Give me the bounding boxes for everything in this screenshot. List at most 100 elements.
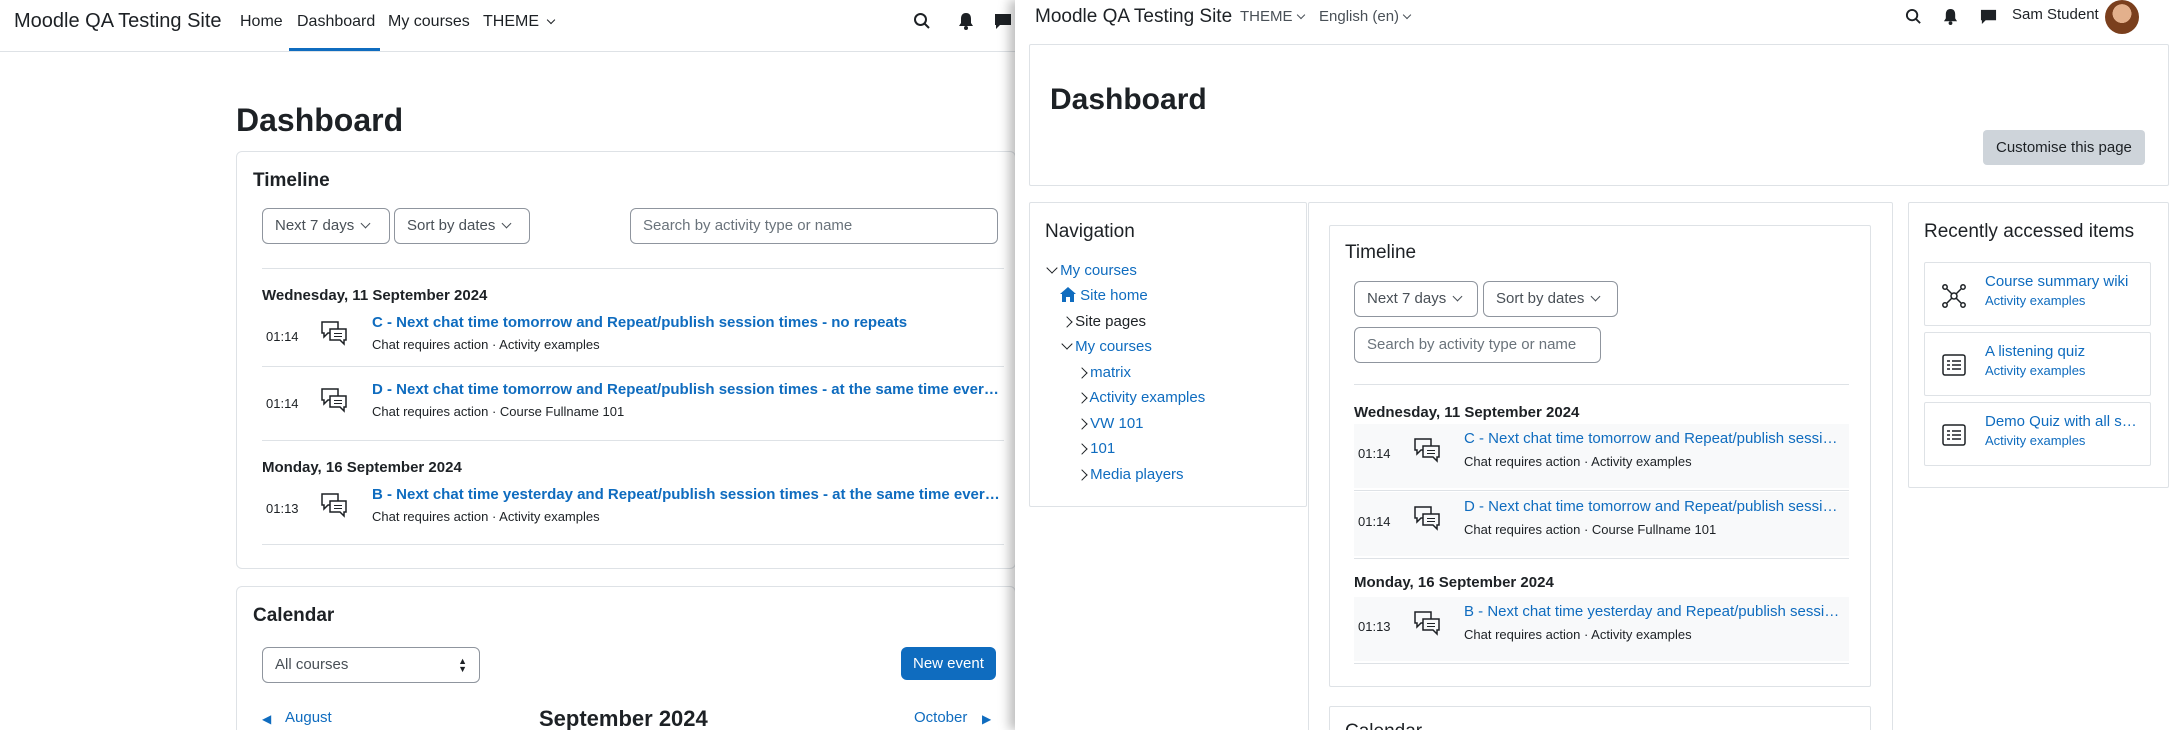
bell-icon[interactable] xyxy=(1943,8,1958,25)
nav-my-courses[interactable]: My courses xyxy=(388,13,470,31)
top-navbar: Moodle QA Testing Site THEME English (en… xyxy=(1015,0,2182,34)
nav-tree-course[interactable]: Activity examples xyxy=(1076,389,1206,406)
nav-tree-my-courses-sub[interactable]: My courses xyxy=(1061,338,1152,355)
chevron-right-icon xyxy=(1076,367,1088,379)
recent-item[interactable]: Demo Quiz with all sorts of questions Ac… xyxy=(1924,402,2151,466)
nav-tree-label: Activity examples xyxy=(1089,389,1206,406)
timeline-day-filter[interactable]: Next 7 days xyxy=(1354,281,1478,317)
nav-tree-site-pages[interactable]: Site pages xyxy=(1061,313,1147,330)
select-arrows-icon: ▲ ▼ xyxy=(458,656,467,674)
recent-item-name[interactable]: Demo Quiz with all sorts of questions xyxy=(1985,413,2145,430)
chevron-down-icon xyxy=(1046,262,1058,274)
timeline-sort[interactable]: Sort by dates xyxy=(1483,281,1618,317)
nav-tree-label: Site home xyxy=(1080,287,1148,304)
event-time: 01:14 xyxy=(1358,446,1391,461)
user-name[interactable]: Sam Student xyxy=(2012,6,2099,23)
search-icon[interactable] xyxy=(913,12,931,30)
event-link[interactable]: C - Next chat time tomorrow and Repeat/p… xyxy=(1464,430,1844,447)
recent-item-name[interactable]: A listening quiz xyxy=(1985,343,2145,360)
event-link[interactable]: C - Next chat time tomorrow and Repeat/p… xyxy=(372,314,1002,331)
nav-theme-menu[interactable]: THEME xyxy=(483,13,556,31)
search-placeholder: Search by activity type or name xyxy=(643,217,853,234)
calendar-title: Calendar xyxy=(1345,721,1422,730)
search-icon[interactable] xyxy=(1905,8,1922,25)
timeline-sort[interactable]: Sort by dates xyxy=(394,208,530,244)
nav-tree-course[interactable]: matrix xyxy=(1076,364,1131,381)
recent-item-course[interactable]: Activity examples xyxy=(1985,433,2085,448)
bell-icon[interactable] xyxy=(958,12,974,30)
event-subtitle: Chat requires action · Course Fullname 1… xyxy=(1464,522,1717,537)
page-title: Dashboard xyxy=(236,102,404,138)
event-link[interactable]: D - Next chat time tomorrow and Repeat/p… xyxy=(1464,498,1844,515)
right-browser-window: Moodle QA Testing Site THEME English (en… xyxy=(1015,0,2182,730)
recent-item[interactable]: Course summary wiki Activity examples xyxy=(1924,262,2151,326)
triangle-right-icon[interactable]: ▶ xyxy=(982,712,991,726)
event-link[interactable]: B - Next chat time yesterday and Repeat/… xyxy=(372,486,1002,503)
chevron-down-icon xyxy=(1061,338,1073,350)
nav-tree-course[interactable]: VW 101 xyxy=(1076,415,1144,432)
event-subtitle: Chat requires action · Course Fullname 1… xyxy=(372,404,625,419)
language-menu[interactable]: English (en) xyxy=(1319,8,1412,25)
calendar-course-select[interactable]: All courses ▲ ▼ xyxy=(262,647,480,683)
timeline-event: 01:13 B - Next chat time yesterday and R… xyxy=(1354,597,1849,661)
event-link[interactable]: D - Next chat time tomorrow and Repeat/p… xyxy=(372,381,1002,398)
recent-item-name[interactable]: Course summary wiki xyxy=(1985,273,2145,290)
chevron-right-icon xyxy=(1076,443,1088,455)
recent-item[interactable]: A listening quiz Activity examples xyxy=(1924,332,2151,396)
timeline-card: Timeline Next 7 days Sort by dates Searc… xyxy=(236,151,1015,569)
divider xyxy=(262,440,1004,441)
active-tab-indicator xyxy=(289,48,380,51)
nav-home[interactable]: Home xyxy=(240,13,283,31)
left-browser-window: Moodle QA Testing Site Home Dashboard My… xyxy=(0,0,1015,730)
nav-tree-label: My courses xyxy=(1075,338,1152,355)
divider xyxy=(262,366,1004,367)
nav-tree-my-courses[interactable]: My courses xyxy=(1046,262,1137,279)
chevron-down-icon xyxy=(1452,291,1463,302)
timeline-search-input[interactable]: Search by activity type or name xyxy=(1354,327,1601,363)
divider xyxy=(1354,490,1849,491)
event-link[interactable]: B - Next chat time yesterday and Repeat/… xyxy=(1464,603,1844,620)
home-icon xyxy=(1060,287,1076,302)
quiz-icon xyxy=(1942,423,1966,447)
next-month-link[interactable]: October xyxy=(914,709,967,726)
new-event-button[interactable]: New event xyxy=(901,647,996,680)
nav-tree-site-home[interactable]: Site home xyxy=(1060,287,1148,304)
chevron-right-icon xyxy=(1076,392,1088,404)
nav-tree-label: Site pages xyxy=(1075,313,1147,330)
site-name[interactable]: Moodle QA Testing Site xyxy=(1035,6,1232,28)
event-time: 01:13 xyxy=(266,501,299,516)
customise-page-button[interactable]: Customise this page xyxy=(1983,130,2145,165)
event-subtitle: Chat requires action · Activity examples xyxy=(372,509,600,524)
nav-tree-label: Media players xyxy=(1090,466,1184,483)
event-time: 01:14 xyxy=(266,396,299,411)
chat-icon xyxy=(1412,503,1442,533)
chat-icon xyxy=(1412,435,1442,465)
recent-item-course[interactable]: Activity examples xyxy=(1985,363,2085,378)
theme-menu[interactable]: THEME xyxy=(1240,8,1305,25)
divider xyxy=(262,268,1004,269)
main-region: Timeline Next 7 days Sort by dates Searc… xyxy=(1308,202,1893,730)
triangle-left-icon[interactable]: ◀ xyxy=(262,712,271,726)
nav-tree-course[interactable]: 101 xyxy=(1076,440,1115,457)
recent-item-course[interactable]: Activity examples xyxy=(1985,293,2085,308)
day-filter-label: Next 7 days xyxy=(275,217,355,234)
navigation-title: Navigation xyxy=(1045,221,1135,242)
prev-month-link[interactable]: August xyxy=(285,709,332,726)
divider xyxy=(1354,558,1849,559)
message-icon[interactable] xyxy=(994,12,1012,30)
message-icon[interactable] xyxy=(1980,8,1997,25)
chevron-down-icon xyxy=(1402,10,1412,20)
chat-icon xyxy=(1412,608,1442,638)
nav-dashboard[interactable]: Dashboard xyxy=(297,13,375,31)
timeline-day-heading: Wednesday, 11 September 2024 xyxy=(262,287,488,304)
timeline-search-input[interactable]: Search by activity type or name xyxy=(630,208,998,244)
event-subtitle: Chat requires action · Activity examples xyxy=(1464,627,1692,642)
nav-tree-course[interactable]: Media players xyxy=(1076,466,1184,483)
timeline-block: Timeline Next 7 days Sort by dates Searc… xyxy=(1329,225,1871,687)
timeline-event: 01:14 C - Next chat time tomorrow and Re… xyxy=(1354,424,1849,488)
chevron-down-icon xyxy=(1296,10,1305,20)
site-name[interactable]: Moodle QA Testing Site xyxy=(14,10,222,33)
avatar[interactable] xyxy=(2105,0,2139,34)
divider xyxy=(1354,663,1849,664)
timeline-day-filter[interactable]: Next 7 days xyxy=(262,208,390,244)
